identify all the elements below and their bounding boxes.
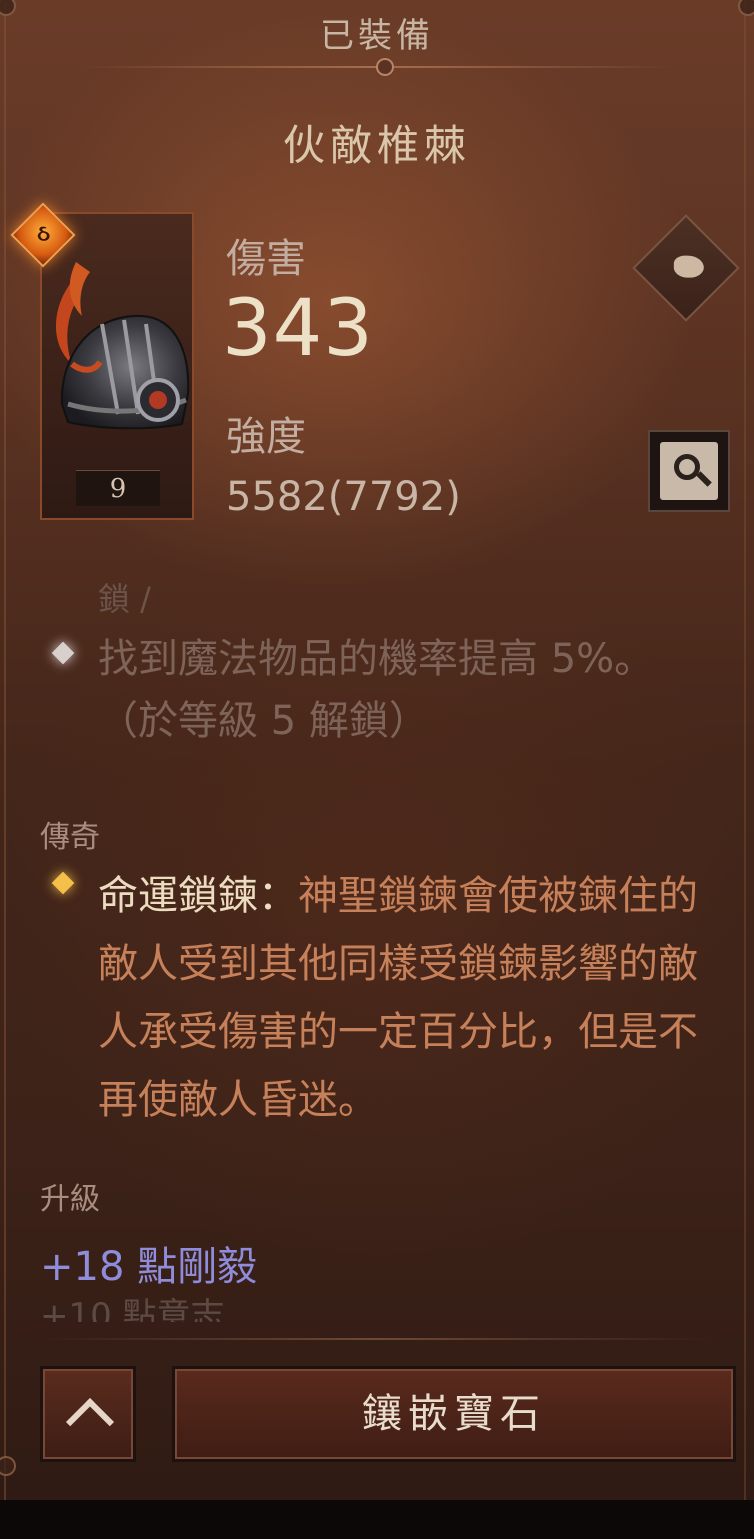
durability-value: 5582(7792) (226, 474, 461, 520)
locked-affix-text: 找到魔法物品的機率提高 5%。（於等級 5 解鎖） (98, 636, 655, 744)
upgrade-stat-line: +18 點剛毅 (40, 1244, 258, 1290)
legendary-section-label: 傳奇 (40, 820, 100, 855)
horned-helmet-icon (56, 262, 190, 430)
corner-ornament-bottom-left (0, 1456, 16, 1476)
legendary-star-icon (48, 868, 78, 898)
item-level-badge: 9 (76, 470, 160, 506)
upgrade-stat-line-partial: +10 點意志 (40, 1296, 225, 1322)
header-ornament-icon (376, 58, 394, 76)
gauntlet-slot-icon (673, 255, 704, 278)
legendary-power-text: 命運鎖鍊：神聖鎖鍊會使被鍊住的敵人受到其他同樣受鎖鍊影響的敵人承受傷害的一定百分… (98, 862, 728, 1134)
expand-button[interactable] (40, 1366, 136, 1462)
item-tooltip-panel: 已裝備 伙敵椎棘 9 ઠ 傷害 343 強度 5582(7792) 鎖 / 找到… (0, 0, 754, 1539)
locked-section-label: 鎖 / (98, 580, 151, 618)
legendary-power-name: 命運鎖鍊： (98, 873, 298, 919)
damage-value: 343 (222, 284, 374, 374)
affix-star-icon (46, 636, 80, 670)
footer-divider (40, 1338, 714, 1340)
socket-gem-button[interactable]: 鑲嵌寶石 (172, 1366, 736, 1462)
equipped-status-label: 已裝備 (320, 16, 434, 56)
screen-bottom-strip (0, 1500, 754, 1539)
upgrades-section-label: 升級 (40, 1182, 100, 1217)
damage-label: 傷害 (226, 236, 306, 282)
compare-button[interactable] (648, 430, 730, 512)
item-name: 伙敵椎棘 (282, 121, 471, 170)
equipment-slot-button[interactable] (632, 214, 740, 322)
chevron-up-icon (65, 1397, 115, 1447)
durability-label: 強度 (226, 414, 306, 460)
